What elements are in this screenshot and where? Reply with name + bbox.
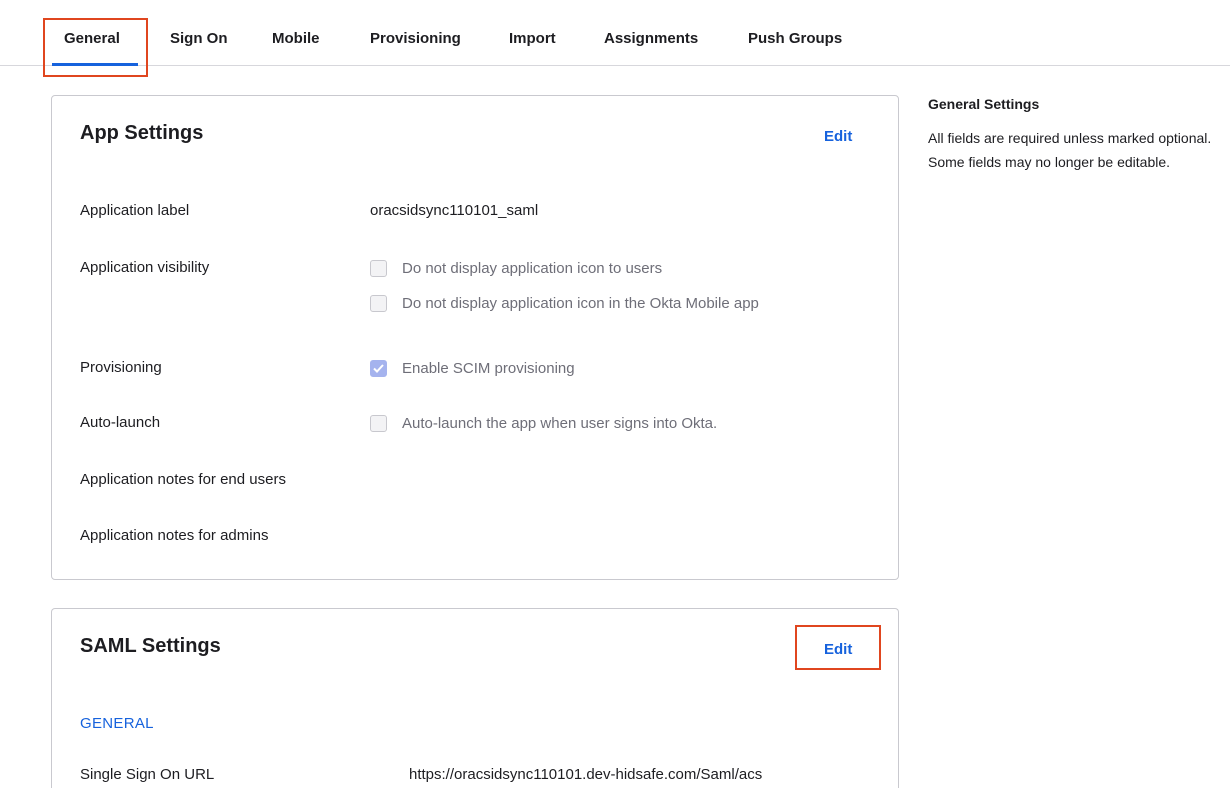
general-settings-sidebar: General Settings All fields are required… <box>928 96 1218 174</box>
provisioning-option[interactable]: Enable SCIM provisioning <box>370 358 575 378</box>
visibility-users-checkbox[interactable] <box>370 259 387 277</box>
visibility-option-users[interactable]: Do not display application icon to users <box>370 258 662 278</box>
auto-launch-label: Auto-launch <box>80 414 161 431</box>
saml-settings-edit-button[interactable]: Edit <box>824 641 852 658</box>
visibility-mobile-text: Do not display application icon in the O… <box>402 294 759 312</box>
application-label-label: Application label <box>80 202 190 219</box>
auto-launch-checkbox[interactable] <box>370 414 387 432</box>
application-label-value: oracsidsync110101_saml <box>370 202 539 219</box>
tab-general[interactable]: General <box>64 30 120 47</box>
auto-launch-option[interactable]: Auto-launch the app when user signs into… <box>370 413 717 433</box>
sidebar-help-text: All fields are required unless marked op… <box>928 130 1212 170</box>
tab-bar: General Sign On Mobile Provisioning Impo… <box>0 0 1230 66</box>
application-visibility-label: Application visibility <box>80 259 210 276</box>
visibility-mobile-checkbox[interactable] <box>370 294 387 312</box>
scim-provisioning-text: Enable SCIM provisioning <box>402 359 575 377</box>
tab-push-groups[interactable]: Push Groups <box>748 30 842 47</box>
sidebar-title: General Settings <box>928 96 1040 112</box>
visibility-users-text: Do not display application icon to users <box>402 259 663 277</box>
saml-general-section-heading: GENERAL <box>80 715 154 732</box>
app-settings-card: App Settings Edit Application label orac… <box>51 95 899 580</box>
saml-settings-card: SAML Settings Edit GENERAL Single Sign O… <box>51 608 899 788</box>
provisioning-label: Provisioning <box>80 359 162 376</box>
tab-assignments[interactable]: Assignments <box>604 30 698 47</box>
app-settings-title: App Settings <box>80 122 204 144</box>
sso-url-label: Single Sign On URL <box>80 766 215 783</box>
checkmark-icon <box>373 363 384 373</box>
notes-end-users-label: Application notes for end users <box>80 471 286 488</box>
tab-mobile[interactable]: Mobile <box>272 30 320 47</box>
app-settings-edit-button[interactable]: Edit <box>824 128 852 145</box>
tab-provisioning[interactable]: Provisioning <box>370 30 461 47</box>
visibility-option-mobile[interactable]: Do not display application icon in the O… <box>370 293 759 313</box>
sso-url-value: https://oracsidsync110101.dev-hidsafe.co… <box>409 766 763 783</box>
saml-settings-title: SAML Settings <box>80 635 221 657</box>
active-tab-indicator <box>52 63 138 66</box>
tab-import[interactable]: Import <box>509 30 556 47</box>
scim-provisioning-checkbox[interactable] <box>370 359 387 377</box>
notes-admins-label: Application notes for admins <box>80 527 269 544</box>
auto-launch-text: Auto-launch the app when user signs into… <box>402 414 718 432</box>
tab-sign-on[interactable]: Sign On <box>170 30 228 47</box>
